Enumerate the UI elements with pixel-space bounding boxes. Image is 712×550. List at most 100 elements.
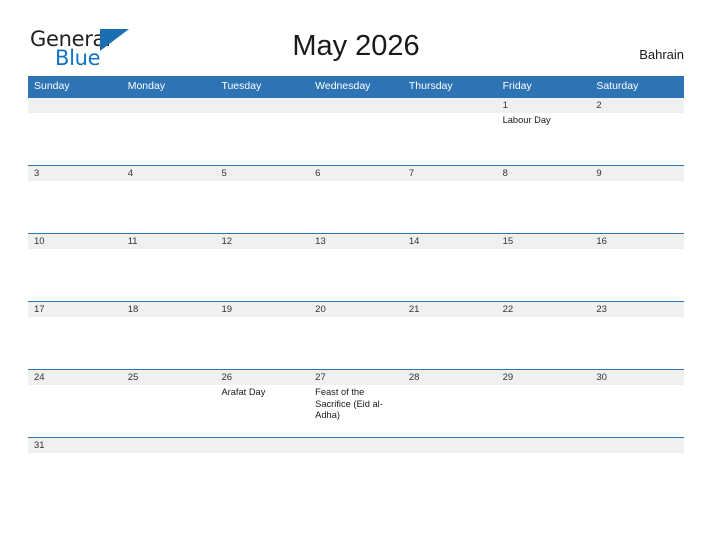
day-number[interactable]: 29 xyxy=(497,370,591,385)
day-number[interactable]: 6 xyxy=(309,166,403,181)
day-event[interactable] xyxy=(497,317,591,369)
day-number[interactable] xyxy=(497,438,591,453)
calendar-page: General Blue May 2026 Bahrain Sunday Mon… xyxy=(0,0,712,550)
day-event[interactable] xyxy=(309,113,403,165)
day-number[interactable] xyxy=(122,98,216,113)
day-number[interactable]: 23 xyxy=(590,302,684,317)
day-event[interactable] xyxy=(403,181,497,233)
day-number[interactable]: 16 xyxy=(590,234,684,249)
day-event[interactable] xyxy=(497,249,591,301)
day-event[interactable] xyxy=(122,113,216,165)
day-event[interactable] xyxy=(497,385,591,437)
day-number[interactable]: 31 xyxy=(28,438,122,453)
day-number[interactable] xyxy=(403,98,497,113)
day-number[interactable] xyxy=(28,98,122,113)
day-event[interactable] xyxy=(122,249,216,301)
calendar-week-row: 24 25 26 27 28 29 30 Arafat Day Feast of… xyxy=(28,369,684,437)
day-number[interactable]: 28 xyxy=(403,370,497,385)
day-number[interactable]: 14 xyxy=(403,234,497,249)
day-number[interactable] xyxy=(215,98,309,113)
calendar-week-row: 10 11 12 13 14 15 16 xyxy=(28,233,684,301)
calendar-week-row: 17 18 19 20 21 22 23 xyxy=(28,301,684,369)
day-event[interactable] xyxy=(122,385,216,437)
day-number[interactable]: 26 xyxy=(215,370,309,385)
weekday-header-wednesday: Wednesday xyxy=(315,80,371,92)
calendar-week-row: 31 xyxy=(28,437,684,453)
day-event[interactable]: Arafat Day xyxy=(215,385,309,437)
week-date-band: 17 18 19 20 21 22 23 xyxy=(28,302,684,317)
day-event[interactable] xyxy=(215,249,309,301)
day-number[interactable]: 12 xyxy=(215,234,309,249)
day-number[interactable] xyxy=(309,438,403,453)
weekday-header-monday: Monday xyxy=(127,80,166,92)
day-number[interactable]: 10 xyxy=(28,234,122,249)
day-number[interactable]: 2 xyxy=(590,98,684,113)
day-number[interactable]: 5 xyxy=(215,166,309,181)
weekday-header-saturday: Saturday xyxy=(596,80,639,92)
day-event[interactable]: Feast of the Sacrifice (Eid al-Adha) xyxy=(309,385,403,437)
week-date-band: 24 25 26 27 28 29 30 xyxy=(28,370,684,385)
day-event[interactable] xyxy=(215,113,309,165)
calendar-week-row: 1 2 Labour Day xyxy=(28,97,684,165)
day-event[interactable] xyxy=(590,249,684,301)
week-event-band xyxy=(28,317,684,369)
day-event[interactable] xyxy=(28,113,122,165)
day-event[interactable] xyxy=(215,317,309,369)
day-event[interactable] xyxy=(122,181,216,233)
day-number[interactable]: 24 xyxy=(28,370,122,385)
day-number[interactable]: 1 xyxy=(497,98,591,113)
day-number[interactable]: 11 xyxy=(122,234,216,249)
page-title: May 2026 xyxy=(292,30,420,62)
day-number[interactable]: 25 xyxy=(122,370,216,385)
day-number[interactable]: 13 xyxy=(309,234,403,249)
day-event[interactable] xyxy=(28,249,122,301)
weekday-header-tuesday: Tuesday xyxy=(221,80,262,92)
day-event[interactable] xyxy=(309,249,403,301)
day-event[interactable] xyxy=(28,181,122,233)
day-event[interactable] xyxy=(403,249,497,301)
weekday-header-sunday: Sunday xyxy=(34,80,70,92)
day-number[interactable] xyxy=(122,438,216,453)
day-number[interactable] xyxy=(215,438,309,453)
day-event[interactable] xyxy=(28,385,122,437)
day-event[interactable] xyxy=(590,385,684,437)
day-event[interactable] xyxy=(28,317,122,369)
week-event-band: Labour Day xyxy=(28,113,684,165)
day-number[interactable]: 22 xyxy=(497,302,591,317)
day-number[interactable] xyxy=(590,438,684,453)
day-number[interactable]: 9 xyxy=(590,166,684,181)
day-event[interactable] xyxy=(215,181,309,233)
day-event[interactable] xyxy=(590,113,684,165)
day-number[interactable]: 4 xyxy=(122,166,216,181)
day-event[interactable] xyxy=(403,385,497,437)
day-event[interactable] xyxy=(497,181,591,233)
day-number[interactable]: 15 xyxy=(497,234,591,249)
day-number[interactable]: 7 xyxy=(403,166,497,181)
week-date-band: 31 xyxy=(28,438,684,453)
day-event[interactable] xyxy=(403,317,497,369)
country-label: Bahrain xyxy=(639,47,684,62)
week-date-band: 1 2 xyxy=(28,98,684,113)
calendar-grid: Sunday Monday Tuesday Wednesday Thursday… xyxy=(28,76,684,453)
day-number[interactable]: 21 xyxy=(403,302,497,317)
day-number[interactable]: 8 xyxy=(497,166,591,181)
day-event[interactable] xyxy=(309,181,403,233)
day-number[interactable]: 18 xyxy=(122,302,216,317)
day-number[interactable] xyxy=(403,438,497,453)
day-event[interactable] xyxy=(403,113,497,165)
weekday-header-friday: Friday xyxy=(502,80,532,92)
day-event[interactable] xyxy=(309,317,403,369)
day-event[interactable] xyxy=(590,181,684,233)
day-number[interactable] xyxy=(309,98,403,113)
day-event[interactable] xyxy=(122,317,216,369)
weekday-header-row: Sunday Monday Tuesday Wednesday Thursday… xyxy=(28,76,684,97)
day-number[interactable]: 19 xyxy=(215,302,309,317)
day-number[interactable]: 27 xyxy=(309,370,403,385)
page-header: General Blue May 2026 Bahrain xyxy=(0,0,712,76)
day-event[interactable]: Labour Day xyxy=(497,113,591,165)
day-number[interactable]: 17 xyxy=(28,302,122,317)
day-event[interactable] xyxy=(590,317,684,369)
day-number[interactable]: 3 xyxy=(28,166,122,181)
day-number[interactable]: 30 xyxy=(590,370,684,385)
day-number[interactable]: 20 xyxy=(309,302,403,317)
